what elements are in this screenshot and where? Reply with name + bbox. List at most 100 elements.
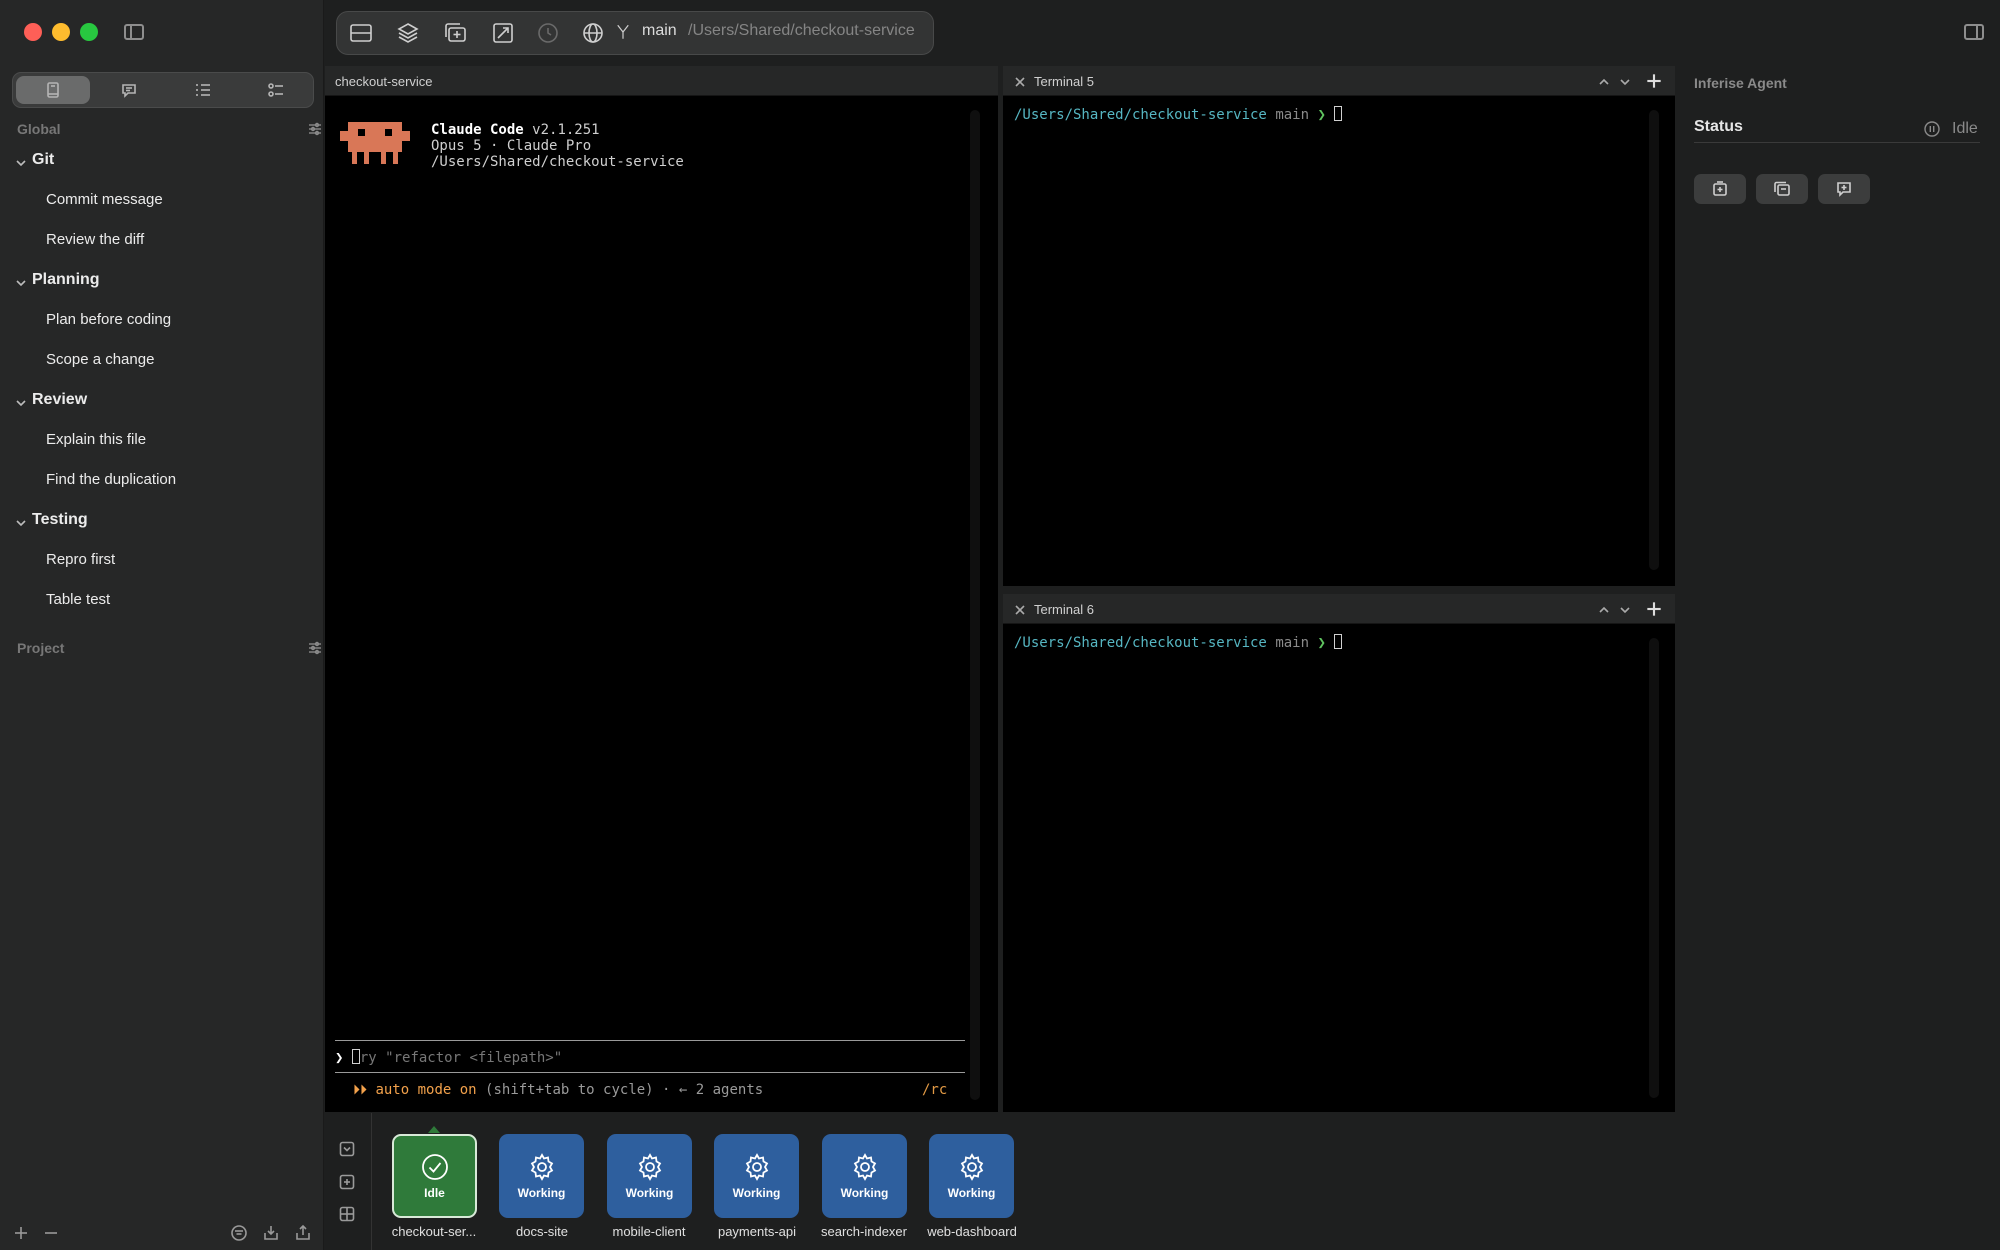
history-icon[interactable] bbox=[536, 21, 560, 45]
tab-list[interactable] bbox=[166, 73, 240, 107]
agent-name[interactable]: search-indexer bbox=[809, 1224, 919, 1239]
right-panel-title: Inferise Agent bbox=[1694, 75, 1787, 91]
agent-state: Working bbox=[947, 1186, 996, 1200]
new-agent-button[interactable] bbox=[1694, 174, 1746, 204]
global-filter-icon[interactable] bbox=[308, 122, 322, 136]
share-icon[interactable] bbox=[294, 1224, 312, 1242]
agent-state: Working bbox=[840, 1186, 889, 1200]
window-close-button[interactable] bbox=[24, 23, 42, 41]
agent-state: Idle bbox=[424, 1186, 445, 1200]
terminal-6-body[interactable] bbox=[1003, 624, 1675, 1112]
new-chat-button[interactable] bbox=[1818, 174, 1870, 204]
agent-name[interactable]: checkout-ser... bbox=[379, 1224, 489, 1239]
sidebar-toggle-icon[interactable] bbox=[124, 24, 144, 40]
status-label: Status bbox=[1694, 118, 1743, 135]
filter-circle-icon[interactable] bbox=[230, 1224, 248, 1242]
agent-card-checkout-service[interactable]: Idle bbox=[392, 1134, 477, 1218]
claude-scrollbar[interactable] bbox=[970, 110, 980, 1100]
sidebar-item-commit-message[interactable]: Commit message bbox=[46, 191, 163, 208]
agent-state: Working bbox=[517, 1186, 566, 1200]
close-icon[interactable] bbox=[1014, 75, 1026, 93]
sidebar-item-explain-file[interactable]: Explain this file bbox=[46, 431, 146, 448]
terminal-5-tab[interactable] bbox=[1003, 66, 1675, 96]
book-icon bbox=[46, 82, 59, 98]
dashboard-icon[interactable] bbox=[339, 1206, 355, 1227]
duplicate-agent-button[interactable] bbox=[1756, 174, 1808, 204]
mode-status-line: ⏵⏵ auto mode on (shift+tab to cycle) · ←… bbox=[353, 1082, 763, 1098]
mode-marker: ⏵⏵ bbox=[353, 1082, 367, 1098]
group-title: Git bbox=[32, 151, 55, 168]
check-circle-icon bbox=[421, 1154, 448, 1180]
add-terminal-icon[interactable] bbox=[1646, 73, 1662, 94]
sidebar-item-review-diff[interactable]: Review the diff bbox=[46, 231, 144, 248]
terminal-5-scrollbar[interactable] bbox=[1649, 110, 1659, 570]
chevron-down-icon[interactable] bbox=[1619, 75, 1631, 93]
group-git-header[interactable]: Git bbox=[16, 151, 54, 169]
tab-checklist[interactable] bbox=[240, 73, 314, 107]
split-horizontal-icon[interactable] bbox=[349, 21, 373, 45]
prompt-branch: main bbox=[1275, 107, 1310, 123]
layers-icon[interactable] bbox=[396, 21, 420, 45]
expand-icon[interactable] bbox=[491, 21, 515, 45]
project-filter-icon[interactable] bbox=[308, 641, 322, 655]
sidebar-item-scope-change[interactable]: Scope a change bbox=[46, 351, 154, 368]
add-terminal-icon[interactable] bbox=[1646, 601, 1662, 622]
tab-prompts[interactable] bbox=[16, 76, 90, 104]
terminal-6-scrollbar[interactable] bbox=[1649, 638, 1659, 1098]
terminal-5-body[interactable] bbox=[1003, 96, 1675, 586]
agent-name[interactable]: mobile-client bbox=[594, 1224, 704, 1239]
agent-name[interactable]: docs-site bbox=[487, 1224, 597, 1239]
sidebar-item-find-duplication[interactable]: Find the duplication bbox=[46, 471, 176, 488]
close-icon[interactable] bbox=[1014, 603, 1026, 621]
group-review-header[interactable]: Review bbox=[16, 391, 87, 409]
sidebar-item-plan-before-coding[interactable]: Plan before coding bbox=[46, 311, 171, 328]
pause-circle-icon[interactable] bbox=[1924, 121, 1940, 137]
window-maximize-button[interactable] bbox=[80, 23, 98, 41]
claude-input[interactable]: ❯ ry "refactor <filepath>" bbox=[335, 1049, 562, 1066]
remove-icon[interactable] bbox=[42, 1224, 60, 1242]
agent-state: Working bbox=[625, 1186, 674, 1200]
globe-icon[interactable] bbox=[581, 21, 605, 45]
claude-pane-title: checkout-service bbox=[335, 74, 433, 89]
terminal-cursor bbox=[1334, 106, 1343, 121]
input-divider-top bbox=[335, 1040, 965, 1041]
add-icon[interactable] bbox=[12, 1224, 30, 1242]
add-agent-icon[interactable] bbox=[339, 1174, 355, 1195]
window-minimize-button[interactable] bbox=[52, 23, 70, 41]
right-panel-toggle-icon[interactable] bbox=[1964, 24, 1984, 40]
sidebar-item-repro-first[interactable]: Repro first bbox=[46, 551, 115, 568]
tab-chat[interactable] bbox=[93, 73, 167, 107]
claude-terminal[interactable] bbox=[325, 96, 998, 1112]
chevron-up-icon[interactable] bbox=[1598, 75, 1610, 93]
agent-card-web-dashboard[interactable]: Working bbox=[929, 1134, 1014, 1218]
agent-card-mobile-client[interactable]: Working bbox=[607, 1134, 692, 1218]
group-title: Review bbox=[32, 391, 88, 408]
agent-card-docs-site[interactable]: Working bbox=[499, 1134, 584, 1218]
chevron-down-icon bbox=[16, 155, 26, 167]
chevron-up-icon[interactable] bbox=[1598, 603, 1610, 621]
agent-card-payments-api[interactable]: Working bbox=[714, 1134, 799, 1218]
group-testing-header[interactable]: Testing bbox=[16, 511, 88, 529]
terminal-5-prompt: /Users/Shared/checkout-service main ❯ bbox=[1014, 106, 1343, 123]
group-planning-header[interactable]: Planning bbox=[16, 271, 100, 289]
sidebar-item-table-test[interactable]: Table test bbox=[46, 591, 110, 608]
chevron-down-icon[interactable] bbox=[1619, 603, 1631, 621]
gear-icon bbox=[638, 1153, 661, 1181]
collapse-icon[interactable] bbox=[339, 1141, 355, 1162]
chat-bubble-icon bbox=[122, 84, 137, 98]
chevron-down-icon bbox=[16, 395, 26, 407]
chevron-down-icon bbox=[16, 515, 26, 527]
gear-icon bbox=[960, 1153, 983, 1181]
prompt-branch: main bbox=[1275, 635, 1310, 651]
agent-card-search-indexer[interactable]: Working bbox=[822, 1134, 907, 1218]
new-window-icon[interactable] bbox=[443, 21, 467, 45]
rc-command[interactable]: /rc bbox=[922, 1082, 947, 1098]
active-agent-indicator bbox=[428, 1126, 440, 1133]
section-global-label: Global bbox=[17, 121, 61, 137]
branch-name[interactable]: main bbox=[642, 22, 677, 40]
agent-name[interactable]: payments-api bbox=[702, 1224, 812, 1239]
terminal-6-tab[interactable] bbox=[1003, 594, 1675, 624]
agent-name[interactable]: web-dashboard bbox=[917, 1224, 1027, 1239]
gear-icon bbox=[530, 1153, 553, 1181]
import-icon[interactable] bbox=[262, 1224, 280, 1242]
